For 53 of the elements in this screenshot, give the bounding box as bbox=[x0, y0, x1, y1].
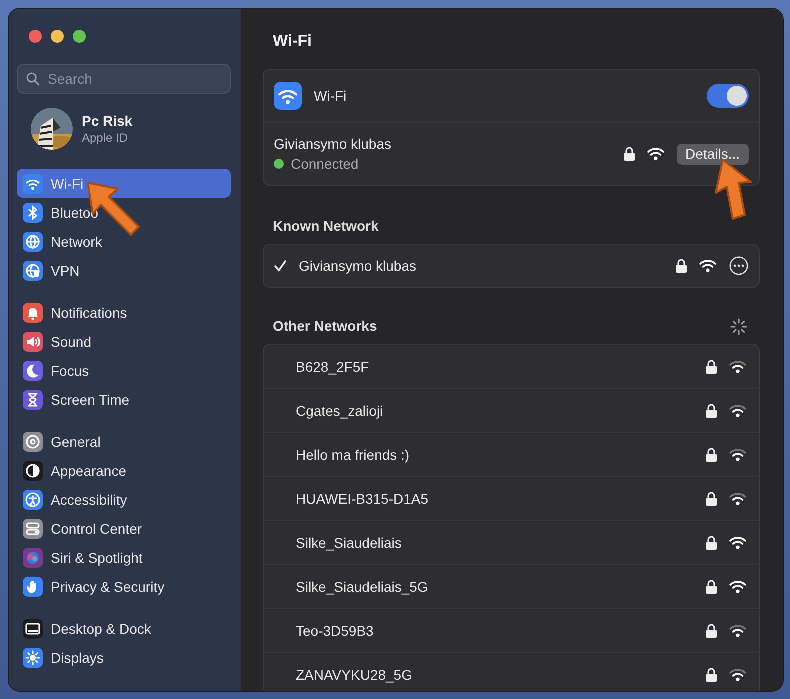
sidebar-item[interactable]: Displays bbox=[17, 643, 231, 672]
account-name[interactable]: Pc Risk bbox=[82, 113, 133, 129]
close-button[interactable] bbox=[29, 30, 42, 43]
sidebar-item[interactable]: Privacy & Security bbox=[17, 572, 231, 601]
network-row[interactable]: ZANAVYKU28_5G bbox=[264, 653, 759, 691]
sidebar-item[interactable]: General bbox=[17, 427, 231, 456]
sidebar-item[interactable]: Notifications bbox=[17, 298, 231, 327]
sidebar-item[interactable]: Network bbox=[17, 227, 231, 256]
details-button[interactable]: Details... bbox=[676, 144, 749, 164]
sidebar-item[interactable]: Siri & Spotlight bbox=[17, 543, 231, 572]
wifi-icon bbox=[699, 259, 717, 273]
sidebar-item[interactable]: Screen Time bbox=[17, 385, 231, 414]
sidebar-item[interactable]: VPN bbox=[17, 256, 231, 285]
network-row[interactable]: Silke_Siaudeliais bbox=[264, 521, 759, 565]
network-name: Giviansymo klubas bbox=[274, 136, 392, 152]
network-name: Cgates_zalioji bbox=[296, 402, 384, 418]
wifi-label: Wi-Fi bbox=[314, 88, 348, 104]
zoom-button[interactable] bbox=[73, 30, 86, 43]
spinner-icon bbox=[730, 318, 748, 336]
network-name: HUAWEI-B315-D1A5 bbox=[296, 490, 430, 506]
network-name: Silke_Siaudeliais bbox=[296, 534, 403, 550]
network-row[interactable]: Cgates_zalioji bbox=[264, 389, 759, 433]
section-heading: Other Networks bbox=[273, 318, 378, 334]
network-row[interactable]: HUAWEI-B315-D1A5 bbox=[264, 477, 759, 521]
network-row[interactable]: Hello ma friends :) bbox=[264, 433, 759, 477]
network-name: Giviansymo klubas bbox=[299, 258, 418, 274]
minimize-button[interactable] bbox=[51, 30, 64, 43]
sidebar-item[interactable]: Accessibility bbox=[17, 485, 231, 514]
sidebar-item[interactable]: Bluetoo bbox=[17, 198, 231, 227]
network-row[interactable]: Silke_Siaudeliais_5G bbox=[264, 565, 759, 609]
section-heading: Known Network bbox=[273, 218, 380, 234]
network-name: ZANAVYKU28_5G bbox=[296, 666, 414, 682]
more-icon[interactable] bbox=[729, 256, 749, 276]
network-row[interactable]: Giviansymo klubas bbox=[264, 245, 759, 287]
status-text: Connected bbox=[291, 156, 359, 172]
network-name: Hello ma friends :) bbox=[296, 446, 411, 462]
sidebar-item[interactable]: Wi-Fi bbox=[17, 169, 231, 198]
network-name: Silke_Siaudeliais_5G bbox=[296, 578, 430, 594]
window-title: Wi-Fi bbox=[273, 33, 313, 51]
sidebar-item[interactable]: Control Center bbox=[17, 514, 231, 543]
network-row[interactable]: B628_2F5F bbox=[264, 345, 759, 389]
wifi-icon bbox=[274, 82, 302, 110]
sidebar-item[interactable]: Desktop & Dock bbox=[17, 614, 231, 643]
sidebar-item[interactable]: Focus bbox=[17, 356, 231, 385]
wifi-icon bbox=[646, 147, 665, 161]
account-subtitle: Apple ID bbox=[82, 131, 130, 145]
network-name: Teo-3D59B3 bbox=[296, 622, 375, 638]
sidebar-item[interactable]: Sound bbox=[17, 327, 231, 356]
network-row[interactable]: Teo-3D59B3 bbox=[264, 609, 759, 653]
search-field[interactable]: Search bbox=[17, 64, 231, 94]
sidebar-item[interactable]: Appearance bbox=[17, 456, 231, 485]
wifi-toggle[interactable] bbox=[707, 84, 749, 108]
network-name: B628_2F5F bbox=[296, 358, 370, 374]
